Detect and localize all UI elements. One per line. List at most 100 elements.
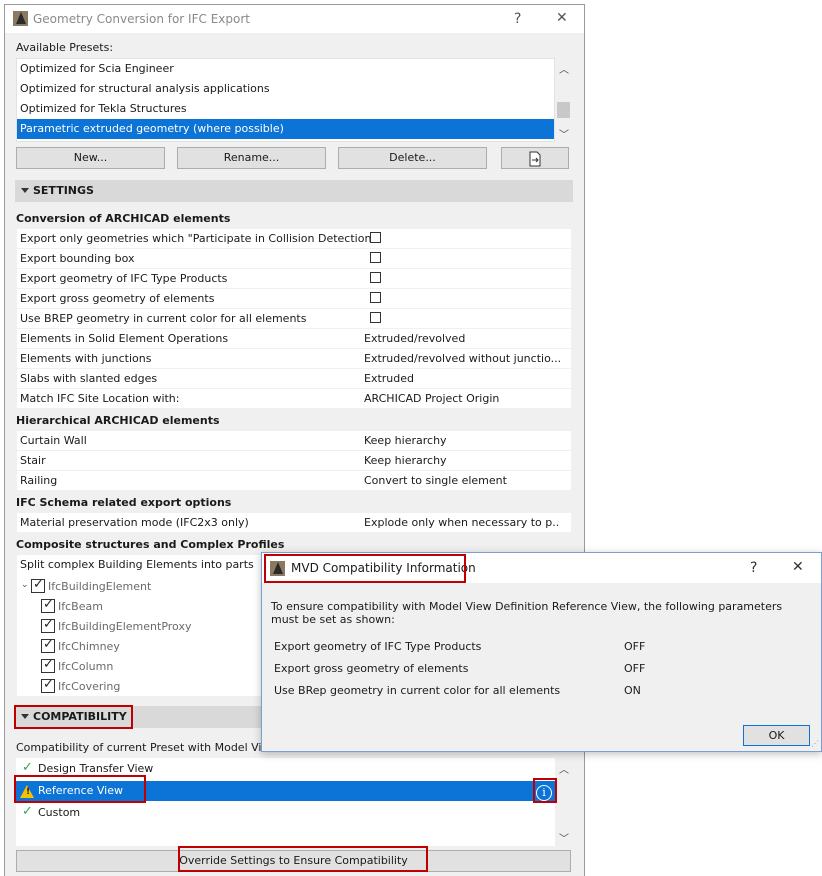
conversion-group-title: Conversion of ARCHICAD elements bbox=[16, 212, 231, 225]
setting-label: Export bounding box bbox=[20, 252, 135, 265]
setting-value[interactable]: ARCHICAD Project Origin bbox=[364, 392, 560, 405]
setting-row-junctions[interactable]: Elements with junctions Extruded/revolve… bbox=[17, 349, 571, 369]
model-view-custom[interactable]: Custom bbox=[16, 803, 555, 823]
setting-row-seo[interactable]: Elements in Solid Element Operations Ext… bbox=[17, 329, 571, 349]
param-value: OFF bbox=[624, 662, 646, 675]
setting-label: Stair bbox=[20, 454, 46, 467]
info-icon-highlight bbox=[533, 778, 557, 803]
setting-label: Use BREP geometry in current color for a… bbox=[20, 312, 307, 325]
setting-row-railing[interactable]: Railing Convert to single element bbox=[17, 471, 571, 491]
setting-row-site-location[interactable]: Match IFC Site Location with: ARCHICAD P… bbox=[17, 389, 571, 409]
setting-value[interactable]: Extruded/revolved bbox=[364, 332, 560, 345]
dialog-help-button[interactable]: ? bbox=[750, 560, 757, 576]
tree-child-checkbox[interactable] bbox=[41, 657, 55, 673]
schema-group-title: IFC Schema related export options bbox=[16, 496, 232, 509]
tree-child-checkbox[interactable] bbox=[41, 637, 55, 653]
tree-child-label: IfcBeam bbox=[58, 600, 103, 613]
title-bar: Geometry Conversion for IFC Export ? ✕ bbox=[5, 5, 584, 33]
param-name: Export gross geometry of elements bbox=[274, 662, 469, 675]
tree-child-checkbox[interactable] bbox=[41, 617, 55, 633]
setting-value[interactable]: Keep hierarchy bbox=[364, 454, 560, 467]
tree-child-label: IfcColumn bbox=[58, 660, 114, 673]
setting-label: Elements with junctions bbox=[20, 352, 152, 365]
setting-label: Export geometry of IFC Type Products bbox=[20, 272, 228, 285]
scroll-down-icon[interactable]: ﹀ bbox=[559, 830, 569, 845]
dialog-title-highlight bbox=[264, 554, 466, 583]
setting-label: Export only geometries which "Participat… bbox=[20, 232, 377, 245]
setting-value[interactable]: Convert to single element bbox=[364, 474, 560, 487]
setting-row-slabs[interactable]: Slabs with slanted edges Extruded bbox=[17, 369, 571, 389]
new-preset-button[interactable]: New... bbox=[16, 147, 165, 169]
bounding-box-checkbox[interactable] bbox=[370, 252, 381, 263]
archicad-app-icon bbox=[13, 11, 28, 26]
help-button[interactable]: ? bbox=[514, 11, 521, 27]
setting-label: Material preservation mode (IFC2x3 only) bbox=[20, 516, 249, 529]
setting-label: Match IFC Site Location with: bbox=[20, 392, 180, 405]
override-button-highlight bbox=[178, 846, 428, 872]
setting-row-gross-geometry: Export gross geometry of elements bbox=[17, 289, 571, 309]
setting-value[interactable]: Keep hierarchy bbox=[364, 434, 560, 447]
preset-item-scia[interactable]: Optimized for Scia Engineer bbox=[17, 59, 554, 79]
compatibility-caption: Compatibility of current Preset with Mod… bbox=[16, 741, 278, 754]
tree-child-label: IfcCovering bbox=[58, 680, 121, 693]
setting-label: Curtain Wall bbox=[20, 434, 87, 447]
ok-check-icon: ✓ bbox=[22, 804, 33, 819]
tree-child-label: IfcBuildingElementProxy bbox=[58, 620, 192, 633]
preset-item-tekla[interactable]: Optimized for Tekla Structures bbox=[17, 99, 554, 119]
preset-item-structural[interactable]: Optimized for structural analysis applic… bbox=[17, 79, 554, 99]
window-title: Geometry Conversion for IFC Export bbox=[33, 12, 250, 26]
param-name: Use BRep geometry in current color for a… bbox=[274, 684, 561, 697]
param-name: Export geometry of IFC Type Products bbox=[274, 640, 482, 653]
setting-row-material-mode[interactable]: Material preservation mode (IFC2x3 only)… bbox=[17, 513, 571, 533]
presets-list: Optimized for Scia Engineer Optimized fo… bbox=[16, 58, 555, 142]
param-value: ON bbox=[624, 684, 641, 697]
model-view-scrollbar[interactable]: ︿ ﹀ bbox=[555, 758, 572, 846]
setting-value[interactable]: Extruded/revolved without junctio... bbox=[364, 352, 560, 365]
setting-label: Slabs with slanted edges bbox=[20, 372, 158, 385]
tree-expand-icon[interactable]: ⌄ bbox=[21, 580, 29, 590]
resize-grip-icon[interactable]: ⋰ bbox=[811, 739, 819, 748]
setting-value[interactable]: Extruded bbox=[364, 372, 560, 385]
setting-label: Railing bbox=[20, 474, 58, 487]
ok-button[interactable]: OK bbox=[743, 725, 810, 746]
setting-label: Elements in Solid Element Operations bbox=[20, 332, 229, 345]
setting-row-brep: Use BREP geometry in current color for a… bbox=[17, 309, 571, 329]
tree-child-checkbox[interactable] bbox=[41, 597, 55, 613]
dialog-close-icon[interactable]: ✕ bbox=[792, 559, 804, 575]
ok-check-icon: ✓ bbox=[22, 760, 33, 775]
setting-row-type-products: Export geometry of IFC Type Products bbox=[17, 269, 571, 289]
scroll-up-icon[interactable]: ︿ bbox=[559, 761, 569, 776]
tree-child-checkbox[interactable] bbox=[41, 677, 55, 693]
dialog-message: To ensure compatibility with Model View … bbox=[271, 600, 783, 626]
reference-view-highlight bbox=[14, 775, 146, 803]
settings-section-header[interactable]: SETTINGS bbox=[15, 180, 573, 202]
settings-header-label: SETTINGS bbox=[33, 184, 94, 197]
compatibility-header-highlight bbox=[14, 705, 133, 729]
export-file-icon bbox=[529, 151, 541, 167]
hierarchical-group-title: Hierarchical ARCHICAD elements bbox=[16, 414, 220, 427]
preset-item-parametric[interactable]: Parametric extruded geometry (where poss… bbox=[17, 119, 554, 139]
delete-preset-button[interactable]: Delete... bbox=[338, 147, 487, 169]
composite-group-title: Composite structures and Complex Profile… bbox=[16, 538, 285, 551]
scroll-thumb[interactable] bbox=[557, 102, 570, 118]
setting-row-bounding-box: Export bounding box bbox=[17, 249, 571, 269]
scroll-down-icon[interactable]: ﹀ bbox=[559, 126, 569, 141]
setting-row-curtain-wall[interactable]: Curtain Wall Keep hierarchy bbox=[17, 431, 571, 451]
collision-checkbox[interactable] bbox=[370, 232, 381, 243]
export-preset-button[interactable] bbox=[501, 147, 569, 169]
presets-scrollbar[interactable]: ︿ ﹀ bbox=[555, 58, 572, 142]
tree-child-label: IfcChimney bbox=[58, 640, 120, 653]
setting-value[interactable]: Explode only when necessary to p... bbox=[364, 516, 560, 529]
setting-row-collision: Export only geometries which "Participat… bbox=[17, 229, 571, 249]
scroll-up-icon[interactable]: ︿ bbox=[559, 61, 569, 76]
setting-row-stair[interactable]: Stair Keep hierarchy bbox=[17, 451, 571, 471]
type-products-checkbox[interactable] bbox=[370, 272, 381, 283]
rename-preset-button[interactable]: Rename... bbox=[177, 147, 326, 169]
collapse-triangle-icon[interactable] bbox=[21, 188, 29, 193]
gross-geometry-checkbox[interactable] bbox=[370, 292, 381, 303]
mvd-compatibility-dialog: MVD Compatibility Information ? ✕ To ens… bbox=[261, 552, 822, 752]
tree-root-checkbox[interactable] bbox=[31, 577, 45, 593]
brep-checkbox[interactable] bbox=[370, 312, 381, 323]
param-value: OFF bbox=[624, 640, 646, 653]
close-icon[interactable]: ✕ bbox=[556, 10, 568, 26]
